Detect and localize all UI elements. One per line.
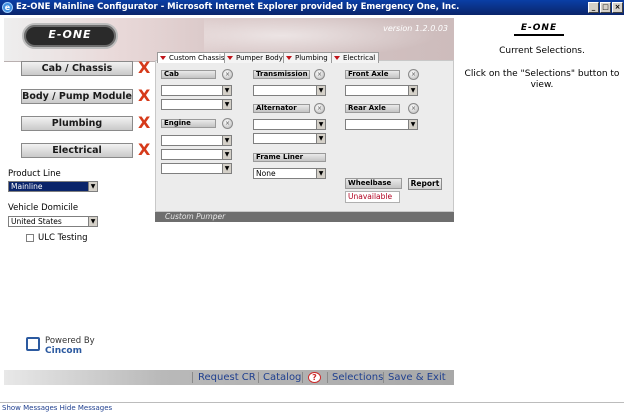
engine-select-3[interactable]: ▼: [161, 163, 232, 174]
alternator-clear-icon[interactable]: ×: [314, 103, 325, 114]
toolbar-separator: [192, 372, 193, 383]
frame-liner-select[interactable]: None ▼: [253, 168, 326, 179]
chevron-down-icon: ▼: [316, 120, 325, 129]
electrical-button[interactable]: Electrical: [21, 143, 133, 158]
rear-axle-label: Rear Axle: [345, 104, 400, 113]
powered-by-text: Powered By: [45, 336, 95, 346]
tab-plumbing[interactable]: Plumbing: [283, 52, 332, 63]
product-line-value: Mainline: [11, 182, 43, 191]
engine-label: Engine: [161, 119, 216, 128]
chevron-down-icon: ▼: [222, 164, 231, 173]
wheelbase-label: Wheelbase: [345, 178, 402, 189]
engine-clear-icon[interactable]: ×: [222, 118, 233, 129]
product-line-select[interactable]: Mainline ▼: [8, 181, 98, 192]
alternator-select-1[interactable]: ▼: [253, 119, 326, 130]
chevron-down-icon: ▼: [316, 86, 325, 95]
chevron-down-icon: ▼: [222, 150, 231, 159]
tab-arrow-icon: [286, 56, 292, 60]
chevron-down-icon: ▼: [88, 182, 97, 191]
transmission-label: Transmission: [253, 70, 310, 79]
ulc-testing-label: ULC Testing: [38, 233, 88, 243]
chevron-down-icon: ▼: [316, 169, 325, 178]
rear-axle-select[interactable]: ▼: [345, 119, 418, 130]
transmission-select[interactable]: ▼: [253, 85, 326, 96]
close-window-button[interactable]: ×: [612, 2, 623, 13]
toolbar-separator: [258, 372, 259, 383]
alternator-select-2[interactable]: ▼: [253, 133, 326, 144]
cincom-logo-icon: [26, 337, 40, 351]
front-axle-clear-icon[interactable]: ×: [408, 69, 419, 80]
frame-liner-label: Frame Liner: [253, 153, 326, 162]
electrical-incomplete-icon: X: [138, 140, 151, 159]
tab-arrow-icon: [334, 56, 340, 60]
toolbar-separator: [302, 372, 303, 383]
ulc-testing-checkbox[interactable]: [26, 234, 34, 242]
engine-select-2[interactable]: ▼: [161, 149, 232, 160]
chevron-down-icon: ▼: [222, 86, 231, 95]
tab-label: Pumper Body: [236, 54, 283, 62]
chevron-down-icon: ▼: [222, 100, 231, 109]
engine-select-1[interactable]: ▼: [161, 135, 232, 146]
help-icon[interactable]: ?: [308, 372, 321, 383]
version-label: version 1.2.0.03: [383, 24, 448, 33]
tab-pumper-body[interactable]: Pumper Body: [224, 52, 287, 63]
minimize-button[interactable]: _: [588, 2, 599, 13]
body-pump-module-incomplete-icon: X: [138, 86, 151, 105]
vehicle-domicile-value: United States: [11, 217, 62, 226]
selections-link[interactable]: Selections: [332, 371, 383, 384]
vehicle-domicile-select[interactable]: United States ▼: [8, 216, 98, 227]
selections-hint-text: Click on the "Selections" button to view…: [464, 69, 620, 90]
cab-label: Cab: [161, 70, 216, 79]
save-exit-link[interactable]: Save & Exit: [388, 371, 446, 384]
eone-logo: E-ONE: [22, 23, 118, 49]
front-axle-label: Front Axle: [345, 70, 400, 79]
restore-button[interactable]: □: [600, 2, 611, 13]
toolbar-separator: [327, 372, 328, 383]
body-pump-module-button[interactable]: Body / Pump Module: [21, 89, 133, 104]
cincom-text: Cincom: [45, 346, 82, 356]
message-links[interactable]: Show Messages Hide Messages: [0, 402, 624, 414]
current-selections-heading: Current Selections.: [499, 46, 585, 56]
alternator-label: Alternator: [253, 104, 310, 113]
chevron-down-icon: ▼: [408, 86, 417, 95]
tab-arrow-icon: [227, 56, 233, 60]
frame-liner-value: None: [256, 169, 276, 178]
report-button[interactable]: Report: [408, 178, 442, 190]
plumbing-incomplete-icon: X: [138, 113, 151, 132]
plumbing-button[interactable]: Plumbing: [21, 116, 133, 131]
front-axle-select[interactable]: ▼: [345, 85, 418, 96]
cab-select-1[interactable]: ▼: [161, 85, 232, 96]
tab-label: Electrical: [343, 54, 376, 62]
cab-chassis-button[interactable]: Cab / Chassis: [21, 61, 133, 76]
tab-electrical[interactable]: Electrical: [331, 52, 380, 63]
rear-axle-clear-icon[interactable]: ×: [408, 103, 419, 114]
cab-clear-icon[interactable]: ×: [222, 69, 233, 80]
transmission-clear-icon[interactable]: ×: [314, 69, 325, 80]
tab-arrow-icon: [160, 56, 166, 60]
cab-chassis-incomplete-icon: X: [138, 58, 151, 77]
tab-label: Custom Chassis: [169, 54, 225, 62]
chevron-down-icon: ▼: [316, 134, 325, 143]
product-line-label: Product Line: [8, 169, 61, 179]
chevron-down-icon: ▼: [222, 136, 231, 145]
tab-label: Plumbing: [295, 54, 328, 62]
catalog-link[interactable]: Catalog: [263, 371, 301, 384]
internet-explorer-icon: e: [2, 2, 13, 13]
toolbar-separator: [383, 372, 384, 383]
tab-custom-chassis[interactable]: Custom Chassis: [157, 52, 229, 63]
chevron-down-icon: ▼: [88, 217, 97, 226]
cab-select-2[interactable]: ▼: [161, 99, 232, 110]
wheelbase-value: Unavailable: [345, 191, 400, 203]
vehicle-domicile-label: Vehicle Domicile: [8, 203, 79, 213]
chevron-down-icon: ▼: [408, 120, 417, 129]
panel-footer-bar: Custom Pumper: [155, 212, 454, 222]
request-cr-link[interactable]: Request CR: [198, 371, 256, 384]
eone-small-logo: E-ONE: [514, 22, 564, 36]
window-title-bar: Ez-ONE Mainline Configurator - Microsoft…: [0, 0, 624, 15]
